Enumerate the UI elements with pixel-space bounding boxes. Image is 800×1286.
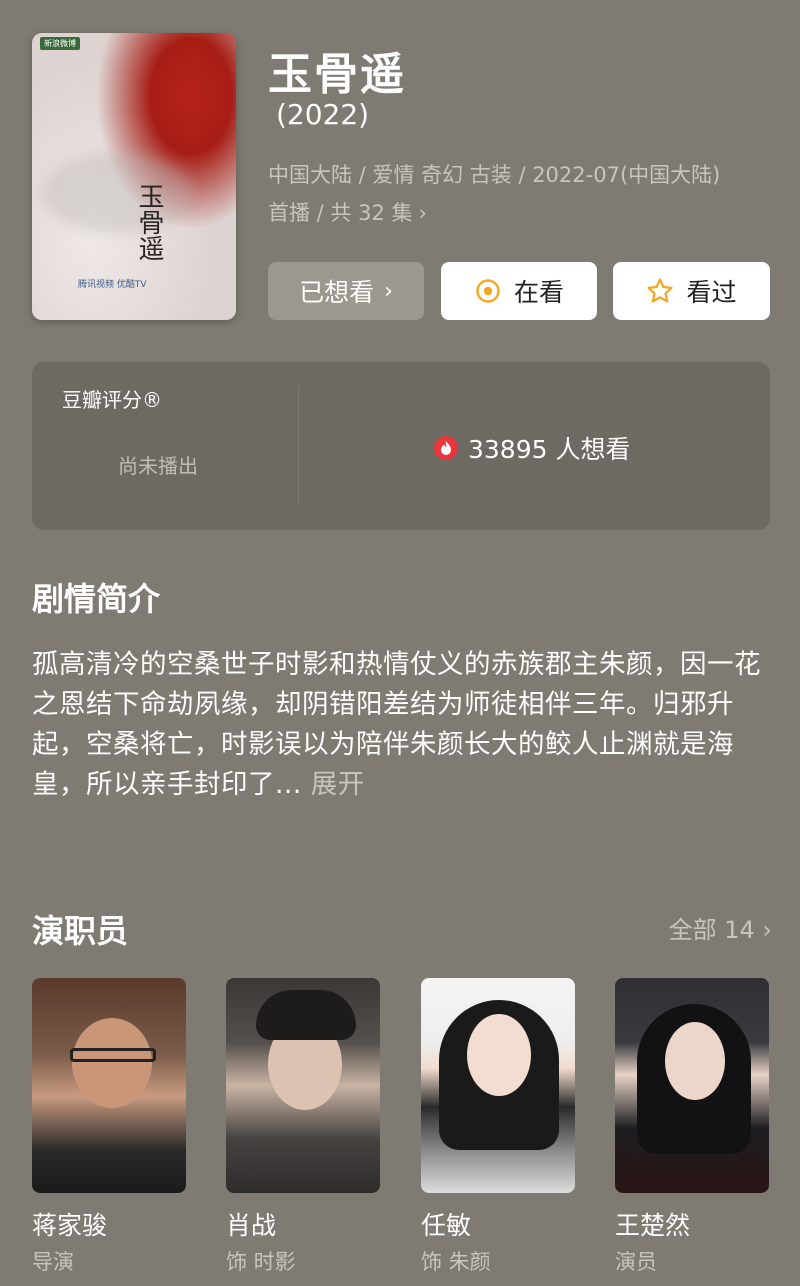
- wanted-label: 已想看: [299, 278, 375, 307]
- chevron-right-icon: ›: [384, 278, 393, 304]
- cast-all-link[interactable]: 全部 14 ›: [669, 910, 772, 945]
- watching-button[interactable]: 在看: [441, 262, 597, 320]
- portrait-face: [467, 1014, 531, 1096]
- portrait-face: [72, 1018, 152, 1108]
- cast-name[interactable]: 任敏: [421, 1206, 471, 1242]
- rating-card[interactable]: 豆瓣评分® 尚未播出 33895 人想看: [32, 362, 770, 530]
- cast-photo[interactable]: [226, 978, 380, 1193]
- cast-photo[interactable]: [615, 978, 769, 1193]
- poster-platforms: 腾讯视频 优酷TV: [78, 280, 147, 290]
- watched-button[interactable]: 看过: [613, 262, 770, 320]
- cast-name[interactable]: 王楚然: [615, 1206, 690, 1242]
- cast-all-label: 全部 14: [668, 916, 755, 944]
- cast-role: 演员: [615, 1250, 657, 1274]
- target-icon: [474, 277, 502, 305]
- cast-role: 导演: [32, 1250, 74, 1274]
- chevron-right-icon: ›: [762, 916, 772, 944]
- poster-title: 玉骨遥: [134, 183, 164, 261]
- synopsis-heading: 剧情简介: [32, 580, 161, 618]
- release-year: (2022): [276, 98, 370, 131]
- cast-photo[interactable]: [421, 978, 575, 1193]
- star-icon: [646, 277, 674, 305]
- meta-line-2-text: 首播 / 共 32 集: [268, 201, 413, 225]
- cast-name[interactable]: 肖战: [226, 1206, 276, 1242]
- chevron-right-icon: ›: [418, 201, 427, 225]
- cast-role: 饰 朱颜: [421, 1250, 491, 1274]
- portrait-hair: [256, 990, 356, 1040]
- wants-count-text: 33895 人想看: [468, 435, 631, 464]
- synopsis-text: 孤高清冷的空桑世子时影和热情仗义的赤族郡主朱颜，因一花之恩结下命劫夙缘，却阴错阳…: [32, 645, 768, 805]
- wanted-button[interactable]: 已想看 ›: [268, 262, 424, 320]
- wants-count: 33895 人想看: [434, 430, 630, 466]
- poster-image[interactable]: 新浪微博 玉骨遥 腾讯视频 优酷TV: [32, 33, 236, 320]
- poster-smoke-decoration: [42, 153, 192, 233]
- expand-link[interactable]: 展开: [311, 769, 365, 800]
- synopsis-body: 孤高清冷的空桑世子时影和热情仗义的赤族郡主朱颜，因一花之恩结下命劫夙缘，却阴错阳…: [32, 649, 761, 800]
- cast-photo[interactable]: [32, 978, 186, 1193]
- cast-name[interactable]: 蒋家骏: [32, 1206, 107, 1242]
- cast-role: 饰 时影: [226, 1250, 296, 1274]
- watched-label: 看过: [686, 278, 737, 307]
- watching-label: 在看: [513, 278, 564, 307]
- glasses-icon: [70, 1048, 156, 1062]
- rating-status: 尚未播出: [118, 454, 198, 478]
- rating-divider: [298, 386, 299, 506]
- fire-icon: [434, 436, 458, 460]
- cast-heading: 演职员: [32, 912, 129, 950]
- meta-line-2: 首播 / 共 32 集 ›: [268, 194, 768, 232]
- portrait-face: [665, 1022, 725, 1100]
- rating-label: 豆瓣评分®: [62, 388, 162, 412]
- page-title: 玉骨遥: [268, 49, 406, 100]
- meta-line-1: 中国大陆 / 爱情 奇幻 古装 / 2022-07(中国大陆): [268, 163, 721, 187]
- poster-badge: 新浪微博: [40, 37, 80, 50]
- movie-meta[interactable]: 中国大陆 / 爱情 奇幻 古装 / 2022-07(中国大陆) 首播 / 共 3…: [268, 156, 768, 232]
